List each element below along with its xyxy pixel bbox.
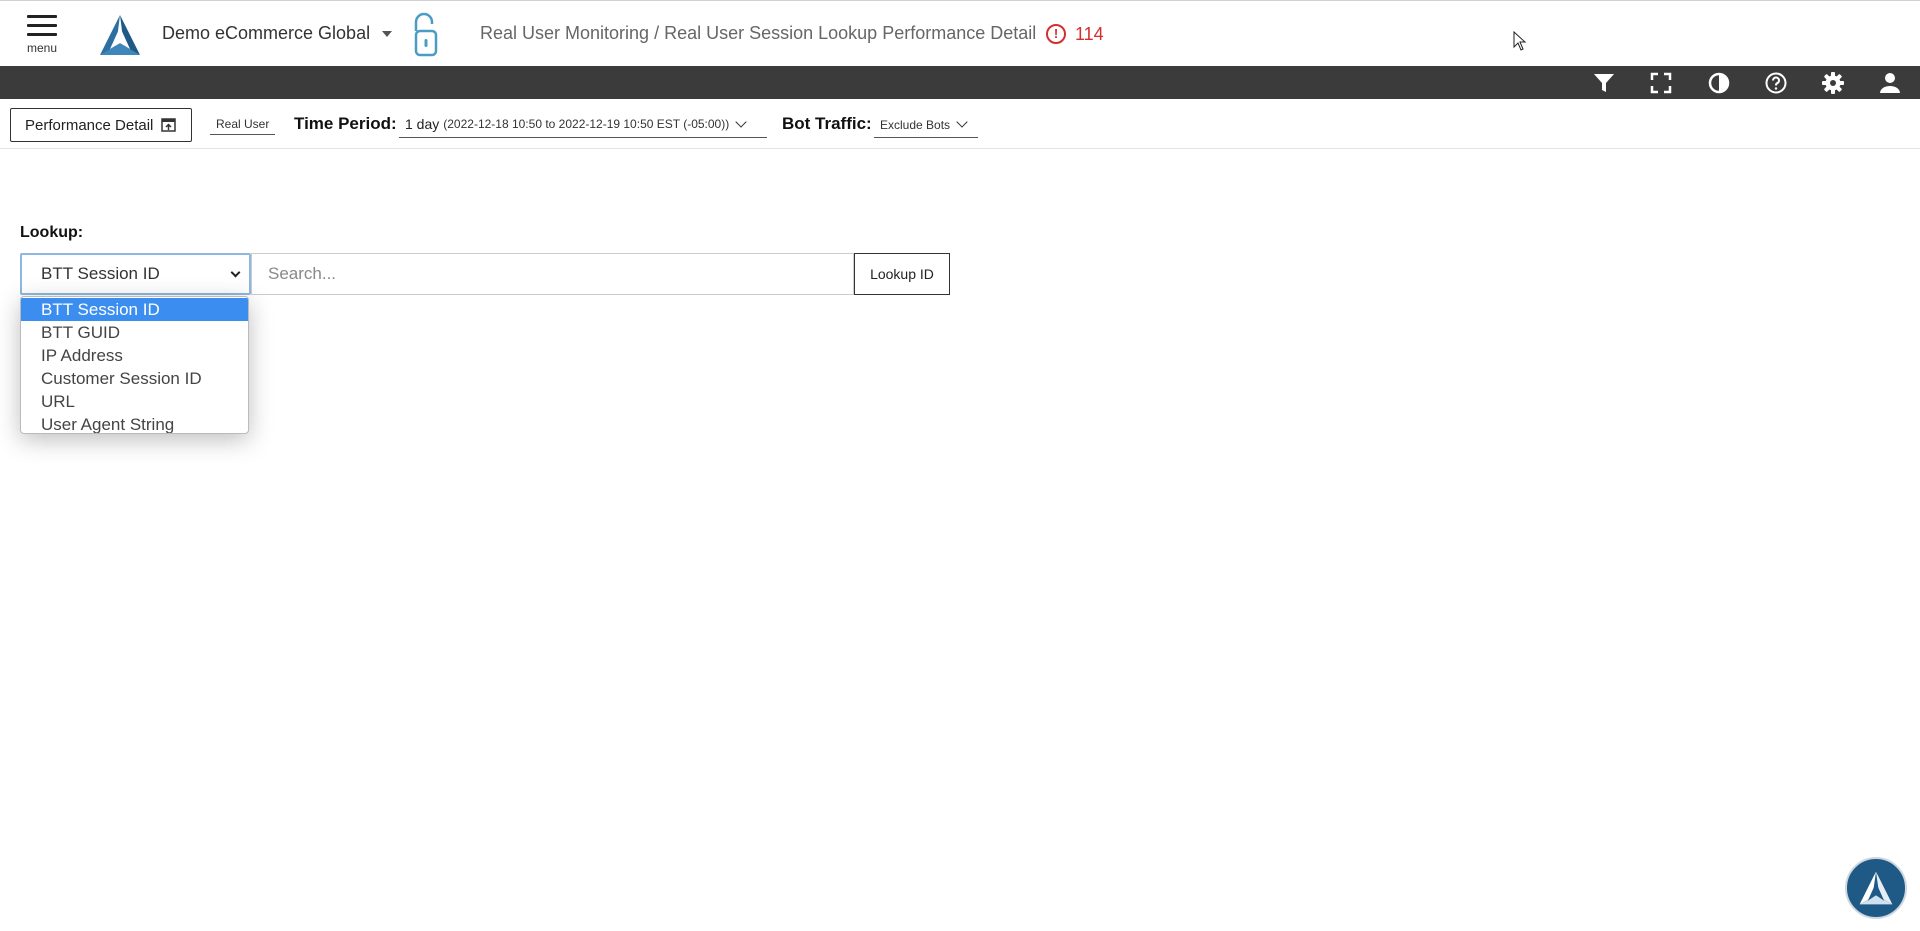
top-header: menu Demo eCommerce Global Real User Mon… [0,0,1920,66]
filter-icon[interactable] [1592,71,1616,95]
settings-icon[interactable] [1821,71,1845,95]
unlock-icon[interactable] [408,11,444,57]
dropdown-option-user-agent-string[interactable]: User Agent String [21,413,248,433]
hamburger-icon [27,15,57,18]
dropdown-option-btt-guid[interactable]: BTT GUID [21,321,248,344]
org-selector[interactable]: Demo eCommerce Global [162,23,370,44]
dropdown-option-btt-session-id[interactable]: BTT Session ID [21,298,248,321]
org-caret-icon[interactable] [382,31,392,37]
performance-detail-label: Performance Detail [25,116,154,134]
lookup-label: Lookup: [20,224,84,241]
menu-button[interactable]: menu [24,13,60,63]
fullscreen-icon[interactable] [1649,71,1673,95]
open-window-icon [161,118,177,132]
help-icon[interactable] [1764,71,1788,95]
chevron-down-icon [956,116,968,128]
lookup-type-selected: BTT Session ID [41,264,160,283]
bot-traffic-value: Exclude Bots [880,118,951,132]
search-input[interactable] [251,253,854,295]
user-icon[interactable] [1878,71,1902,95]
dropdown-option-customer-session-id[interactable]: Customer Session ID [21,367,248,390]
dropdown-option-ip-address[interactable]: IP Address [21,344,248,367]
alert-icon: ! [1046,24,1066,44]
real-user-selector[interactable]: Real User [210,117,276,135]
dropdown-option-url[interactable]: URL [21,390,248,413]
support-chat-button[interactable] [1845,857,1907,919]
menu-label: menu [26,41,58,55]
time-period-selector[interactable]: 1 day (2022-12-18 10:50 to 2022-12-19 10… [399,116,767,138]
lookup-type-select[interactable]: BTT Session ID [20,253,251,295]
logo-icon[interactable] [96,13,144,57]
logo-icon [1859,871,1893,905]
filter-bar: Performance Detail Real User Time Period… [0,99,1920,149]
alert-count-label: 114 [1075,23,1104,44]
hamburger-icon-bar [27,33,57,36]
alert-count[interactable]: ! 114 [1046,22,1104,46]
time-period-value: 1 day [405,116,440,132]
performance-detail-button[interactable]: Performance Detail [10,108,192,142]
toolbar [0,66,1920,99]
hamburger-icon-bar [27,24,57,27]
bot-traffic-selector[interactable]: Exclude Bots [874,116,978,138]
time-period-label: Time Period: [294,114,397,133]
lookup-type-dropdown: BTT Session ID BTT GUID IP Address Custo… [20,296,249,434]
contrast-icon[interactable] [1707,71,1731,95]
bot-traffic-label: Bot Traffic: [782,114,872,133]
chevron-down-icon [230,267,241,278]
mouse-cursor-icon [1513,31,1527,51]
time-period-range: (2022-12-18 10:50 to 2022-12-19 10:50 ES… [443,117,730,131]
chevron-down-icon [735,116,747,128]
breadcrumb: Real User Monitoring / Real User Session… [480,23,1037,43]
lookup-id-button[interactable]: Lookup ID [854,253,950,295]
